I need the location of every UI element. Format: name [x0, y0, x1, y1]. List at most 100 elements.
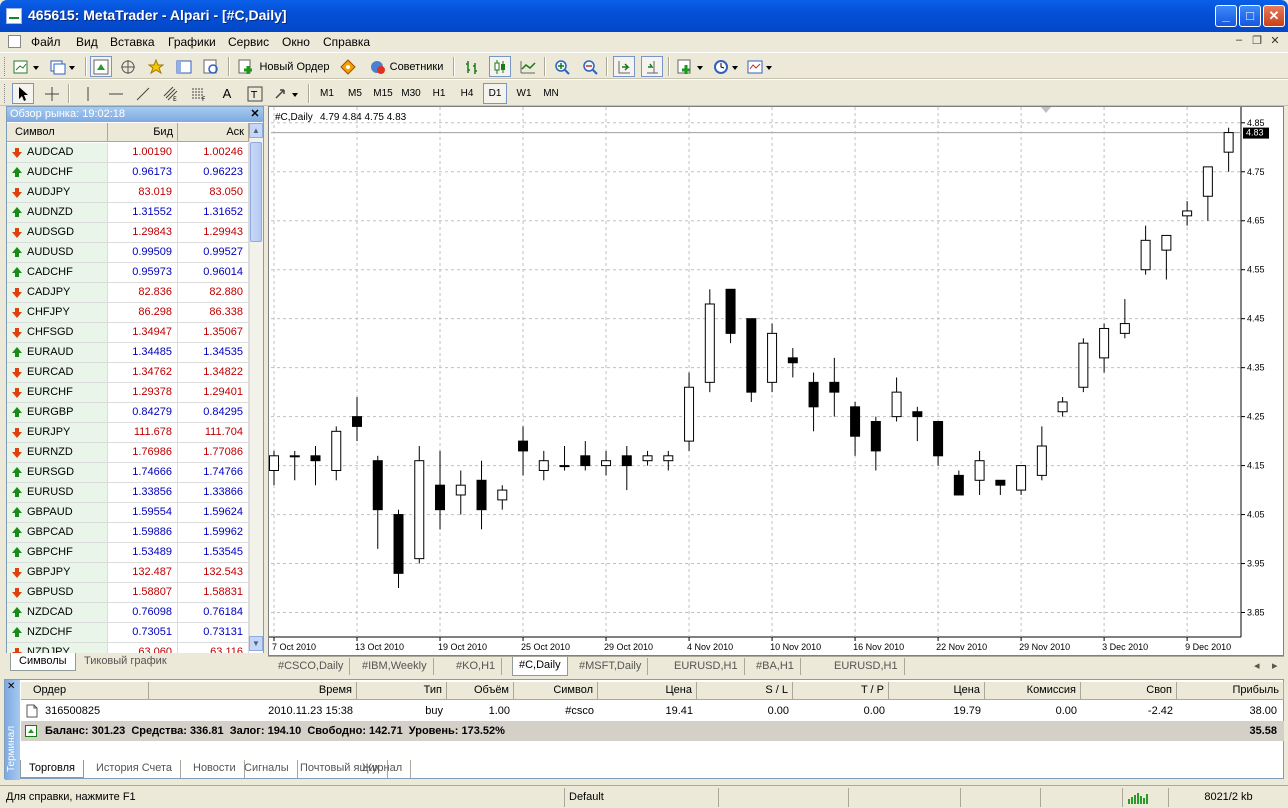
candle[interactable] — [746, 318, 757, 402]
timeframe-w1[interactable]: W1 — [512, 83, 536, 104]
terminal-column[interactable]: Цена — [889, 682, 985, 700]
candle[interactable] — [1161, 234, 1172, 280]
candle[interactable] — [933, 421, 944, 466]
candle[interactable] — [1223, 127, 1234, 172]
terminal-column[interactable]: Прибыль — [1177, 682, 1284, 700]
title-bar[interactable]: 465615: MetaTrader - Alpari - [#C,Daily]… — [0, 0, 1288, 32]
chart-tab[interactable]: EURUSD,H1 — [828, 658, 905, 675]
fibonacci-icon[interactable]: F — [188, 83, 210, 104]
candle[interactable] — [684, 372, 695, 451]
chart-tab[interactable]: EURUSD,H1 — [668, 658, 745, 675]
candle[interactable] — [663, 450, 674, 471]
expert-diamond-icon[interactable] — [337, 56, 359, 77]
experts-button[interactable]: Советники — [364, 56, 448, 77]
column-symbol[interactable]: Символ — [7, 123, 108, 142]
candle[interactable] — [725, 288, 736, 344]
candle[interactable] — [1016, 465, 1027, 495]
candle[interactable] — [953, 470, 964, 496]
market-row[interactable]: EURNZD 1.76986 1.77086 — [7, 443, 249, 463]
candle[interactable] — [538, 450, 549, 481]
market-row[interactable]: NZDCHF 0.73051 0.73131 — [7, 623, 249, 643]
market-row[interactable]: EURSGD 1.74666 1.74766 — [7, 463, 249, 483]
market-watch-close-icon[interactable]: ✕ — [249, 107, 261, 122]
menu-tools[interactable]: Сервис — [226, 34, 271, 50]
market-row[interactable]: EURJPY 111.678 111.704 — [7, 423, 249, 443]
status-profile[interactable]: Default — [564, 788, 718, 807]
chart-window[interactable]: 4.85 4.75 4.65 4.55 4.45 4.35 4.25 4.15 4.05 3.95… — [268, 106, 1284, 656]
connection-indicator-icon[interactable] — [1122, 788, 1168, 807]
zoom-out-icon[interactable] — [579, 56, 601, 77]
candle[interactable] — [767, 323, 778, 393]
candle[interactable] — [974, 450, 985, 495]
profiles-icon[interactable] — [48, 56, 80, 77]
strategy-tester-icon[interactable] — [200, 56, 222, 77]
terminal-column[interactable]: Время — [149, 682, 357, 700]
candle[interactable] — [601, 450, 612, 476]
candle[interactable] — [1202, 166, 1213, 221]
market-row[interactable]: EURCAD 1.34762 1.34822 — [7, 363, 249, 383]
candle[interactable] — [518, 426, 529, 476]
terminal-window-icon[interactable] — [173, 56, 195, 77]
templates-icon[interactable] — [746, 56, 776, 77]
new-order-button[interactable]: Новый Ордер — [235, 56, 333, 77]
line-chart-icon[interactable] — [517, 56, 539, 77]
chart-tab[interactable]: #CSCO,Daily — [272, 658, 351, 675]
terminal-tab[interactable]: Торговля — [20, 760, 84, 778]
candle[interactable] — [850, 401, 861, 456]
trend-line-icon[interactable] — [132, 83, 154, 104]
chart-tab[interactable]: #MSFT,Daily — [573, 658, 649, 675]
tab-scroll-left-icon[interactable]: ◂ — [1248, 658, 1266, 675]
market-row[interactable]: AUDJPY 83.019 83.050 — [7, 183, 249, 203]
candle[interactable] — [870, 416, 881, 471]
candle[interactable] — [372, 455, 383, 549]
scroll-down-icon[interactable]: ▼ — [249, 636, 263, 651]
candle[interactable] — [808, 372, 819, 432]
vertical-line-icon[interactable] — [77, 83, 99, 104]
column-ask[interactable]: Аск — [178, 123, 249, 142]
terminal-column[interactable]: Тип — [357, 682, 447, 700]
market-row[interactable]: EURGBP 0.84279 0.84295 — [7, 403, 249, 423]
scrollbar-thumb[interactable] — [250, 142, 262, 242]
candle[interactable] — [580, 441, 591, 471]
terminal-column[interactable]: Объём — [447, 682, 514, 700]
candle[interactable] — [891, 377, 902, 422]
candle[interactable] — [435, 450, 446, 530]
market-row[interactable]: CHFJPY 86.298 86.338 — [7, 303, 249, 323]
candle[interactable] — [1078, 338, 1089, 393]
candle[interactable] — [476, 460, 487, 530]
market-row[interactable]: NZDCAD 0.76098 0.76184 — [7, 603, 249, 623]
market-row[interactable]: AUDNZD 1.31552 1.31652 — [7, 203, 249, 223]
terminal-column[interactable]: T / P — [793, 682, 889, 700]
candle[interactable] — [497, 485, 508, 510]
market-row[interactable]: CADCHF 0.95973 0.96014 — [7, 263, 249, 283]
menu-help[interactable]: Справка — [321, 34, 372, 50]
candle[interactable] — [704, 289, 715, 393]
candle[interactable] — [1099, 323, 1110, 373]
horizontal-line-icon[interactable] — [105, 83, 127, 104]
timeframe-m30[interactable]: M30 — [399, 83, 423, 104]
minimize-button[interactable]: _ — [1215, 5, 1237, 27]
terminal-close-icon[interactable]: ✕ — [7, 681, 15, 692]
market-watch-icon[interactable] — [90, 56, 112, 77]
menu-file[interactable]: Файл — [29, 34, 63, 50]
market-row[interactable]: AUDCAD 1.00190 1.00246 — [7, 143, 249, 163]
text-tool-icon[interactable]: A — [216, 83, 238, 104]
order-row[interactable]: 316500825 2010.11.23 15:38 buy 1.00 #csc… — [21, 701, 1284, 721]
terminal-tab[interactable]: Сигналы — [236, 760, 298, 778]
terminal-tab[interactable]: История Счета — [88, 760, 182, 778]
timeframe-m15[interactable]: M15 — [371, 83, 395, 104]
terminal-tab[interactable]: Журнал — [354, 760, 412, 778]
candle[interactable] — [1140, 225, 1151, 275]
candle[interactable] — [310, 446, 321, 486]
close-button[interactable]: ✕ — [1263, 5, 1285, 27]
candle[interactable] — [1036, 426, 1047, 481]
candle[interactable] — [912, 406, 923, 442]
mdi-minimize-icon[interactable]: – — [1232, 34, 1246, 48]
market-row[interactable]: AUDUSD 0.99509 0.99527 — [7, 243, 249, 263]
navigator-icon[interactable] — [117, 56, 139, 77]
chart-doc-icon[interactable] — [8, 35, 21, 48]
menu-insert[interactable]: Вставка — [108, 34, 157, 50]
indicators-icon[interactable] — [676, 56, 708, 77]
zoom-in-icon[interactable] — [551, 56, 573, 77]
market-row[interactable]: EURUSD 1.33856 1.33866 — [7, 483, 249, 503]
